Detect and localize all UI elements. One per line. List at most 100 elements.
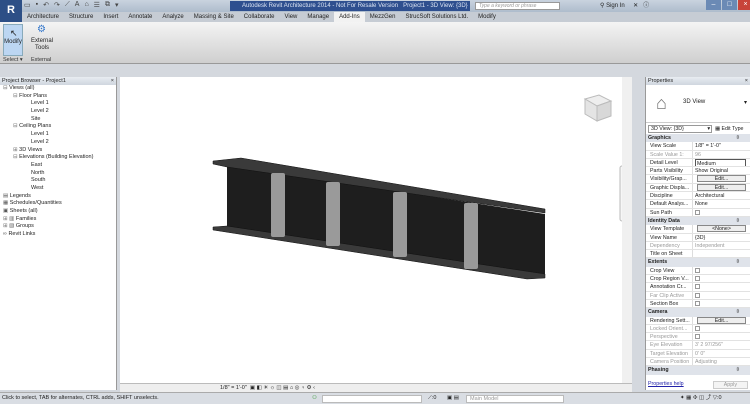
tree-item[interactable]: ⊞ ▥ Families xyxy=(0,216,116,224)
minimize-button[interactable]: – xyxy=(706,0,721,10)
checkbox[interactable] xyxy=(695,276,700,282)
view-control-icons[interactable]: ▣ ◧ ☀ ☼ ◫ ▤ ⌂ ◎ ♀ ⚙ ‹ xyxy=(250,385,315,391)
section-header[interactable]: Camera ⇳ xyxy=(646,308,750,317)
property-value[interactable]: 1/8" = 1'-0" xyxy=(695,143,721,149)
measure-icon[interactable]: ⟋ xyxy=(65,1,70,11)
edit-type-button[interactable]: ▦ Edit Type xyxy=(715,126,744,132)
close-icon[interactable]: × xyxy=(111,77,114,85)
tree-item[interactable]: West xyxy=(0,185,116,193)
help-icon[interactable]: ⓘ xyxy=(643,3,649,9)
property-value[interactable]: Show Original xyxy=(695,168,728,174)
search-input[interactable]: Type a keyword or phrase xyxy=(475,2,560,10)
tree-item[interactable]: South xyxy=(0,177,116,185)
tree-item[interactable]: North xyxy=(0,170,116,178)
checkbox[interactable] xyxy=(695,334,700,340)
text-icon[interactable]: A xyxy=(75,1,80,11)
tree-item[interactable]: Level 2 xyxy=(0,139,116,147)
tab-manage[interactable]: Manage xyxy=(302,12,334,22)
3d-view-canvas[interactable] xyxy=(120,77,635,383)
tree-item[interactable]: East xyxy=(0,162,116,170)
tree-item[interactable]: Level 1 xyxy=(0,100,116,108)
property-value[interactable]: None xyxy=(695,201,708,207)
section-header[interactable]: Phasing ⇳ xyxy=(646,366,750,375)
external-tools-button[interactable]: ⚙ External Tools xyxy=(28,24,56,56)
thin-lines-icon[interactable]: ☰ xyxy=(94,1,100,11)
tab-massing-site[interactable]: Massing & Site xyxy=(189,12,239,22)
tree-item[interactable]: ▦ Schedules/Quantities xyxy=(0,200,116,208)
expand-toggle-icon[interactable]: ⊟ xyxy=(13,154,18,160)
undo-icon[interactable]: ↶ xyxy=(43,1,49,11)
tree-item[interactable]: ⊞ 3D Views xyxy=(0,147,116,155)
property-value[interactable]: Independent xyxy=(695,243,724,249)
checkbox[interactable] xyxy=(695,292,700,298)
property-value[interactable]: Medium xyxy=(695,158,746,167)
maximize-button[interactable]: □ xyxy=(722,0,737,10)
property-value[interactable]: Adjusting xyxy=(695,359,717,365)
modify-button[interactable]: ↖ Modify xyxy=(3,24,23,56)
3d-view-icon[interactable]: ⌂ xyxy=(84,1,88,11)
tree-item[interactable]: Level 1 xyxy=(0,131,116,139)
property-value[interactable]: 3' 2 97/256" xyxy=(695,342,723,348)
tab-annotate[interactable]: Annotate xyxy=(123,12,157,22)
checkbox[interactable] xyxy=(695,284,700,290)
tree-item[interactable]: ▤ Legends xyxy=(0,193,116,201)
tab-architecture[interactable]: Architecture xyxy=(22,12,64,22)
tab-modify[interactable]: Modify xyxy=(473,12,501,22)
property-value[interactable]: 0' 0" xyxy=(695,351,705,357)
tree-item[interactable]: ⊟ Views (all) xyxy=(0,85,116,93)
tree-item[interactable]: ⊞ ▧ Groups xyxy=(0,223,116,231)
edit-button[interactable]: Edit... xyxy=(697,316,746,324)
select-panel-label[interactable]: Select ▾ xyxy=(3,57,23,64)
property-value[interactable]: 96 xyxy=(695,152,701,158)
type-selector[interactable]: ⌂ 3D View ▾ xyxy=(646,85,750,123)
tree-item[interactable]: ⊟ Ceiling Plans xyxy=(0,123,116,131)
workset-dropdown[interactable] xyxy=(322,395,422,403)
tree-item[interactable]: Level 2 xyxy=(0,108,116,116)
expand-toggle-icon[interactable]: ⊟ xyxy=(3,85,8,91)
application-menu-button[interactable]: R xyxy=(0,0,22,22)
sign-in-button[interactable]: ⚲ Sign In ✕ ⓘ xyxy=(600,1,649,11)
tab-insert[interactable]: Insert xyxy=(98,12,123,22)
edit-button[interactable]: Edit... xyxy=(697,183,746,191)
tree-item[interactable]: ∞ Revit Links xyxy=(0,231,116,239)
tree-item[interactable]: ⊟ Floor Plans xyxy=(0,93,116,101)
design-options-icon[interactable]: ▣ ▤ xyxy=(447,393,459,404)
section-header[interactable]: Graphics ⇳ xyxy=(646,134,750,143)
property-value[interactable]: Architectural xyxy=(695,193,724,199)
tree-item[interactable]: ⊟ Elevations (Building Elevation) xyxy=(0,154,116,162)
expand-toggle-icon[interactable]: ⊟ xyxy=(13,123,18,129)
worksets-icon[interactable]: ⚇ xyxy=(312,393,317,404)
edit-button[interactable]: Edit... xyxy=(697,175,746,183)
editing-requests-icon[interactable]: ⟋:0 xyxy=(428,393,436,404)
tree-item[interactable]: ▣ Sheets (all) xyxy=(0,208,116,216)
expand-toggle-icon[interactable]: ⊞ xyxy=(13,147,18,153)
expand-toggle-icon[interactable]: ⊞ xyxy=(3,216,8,222)
tree-item[interactable]: Site xyxy=(0,116,116,124)
apply-button[interactable]: Apply xyxy=(712,381,748,389)
section-header[interactable]: Extents ⇳ xyxy=(646,258,750,267)
checkbox[interactable] xyxy=(695,209,700,215)
checkbox[interactable] xyxy=(695,325,700,331)
checkbox[interactable] xyxy=(695,267,700,273)
expand-toggle-icon[interactable]: ⊞ xyxy=(3,223,8,229)
instance-selector[interactable]: 3D View: {3D} ▾ xyxy=(648,124,712,133)
edit-button[interactable]: <None> xyxy=(697,225,746,233)
open-icon[interactable]: ▭ xyxy=(24,1,31,11)
close-button[interactable]: × xyxy=(738,0,750,10)
dropdown-icon[interactable]: ▾ xyxy=(115,1,119,11)
tab-view[interactable]: View xyxy=(279,12,302,22)
view-scale[interactable]: 1/8" = 1'-0" xyxy=(220,385,247,391)
close-hidden-icon[interactable]: ⧉ xyxy=(105,1,110,11)
property-value[interactable]: {3D} xyxy=(695,235,705,241)
checkbox[interactable] xyxy=(695,300,700,306)
tab-structure[interactable]: Structure xyxy=(64,12,98,22)
close-icon[interactable]: × xyxy=(745,77,748,85)
tab-strucsoft-solutions-ltd-[interactable]: StrucSoft Solutions Ltd. xyxy=(400,12,473,22)
section-header[interactable]: Identity Data ⇳ xyxy=(646,216,750,226)
design-option-dropdown[interactable]: Main Model xyxy=(466,395,564,403)
tab-collaborate[interactable]: Collaborate xyxy=(239,12,280,22)
redo-icon[interactable]: ↷ xyxy=(54,1,60,11)
exchange-icon[interactable]: ✕ xyxy=(633,3,638,9)
selection-options-icons[interactable]: ✦ ▦ ✣ ◫ ⤴ ▽:0 xyxy=(680,393,722,404)
expand-toggle-icon[interactable]: ⊟ xyxy=(13,93,18,99)
